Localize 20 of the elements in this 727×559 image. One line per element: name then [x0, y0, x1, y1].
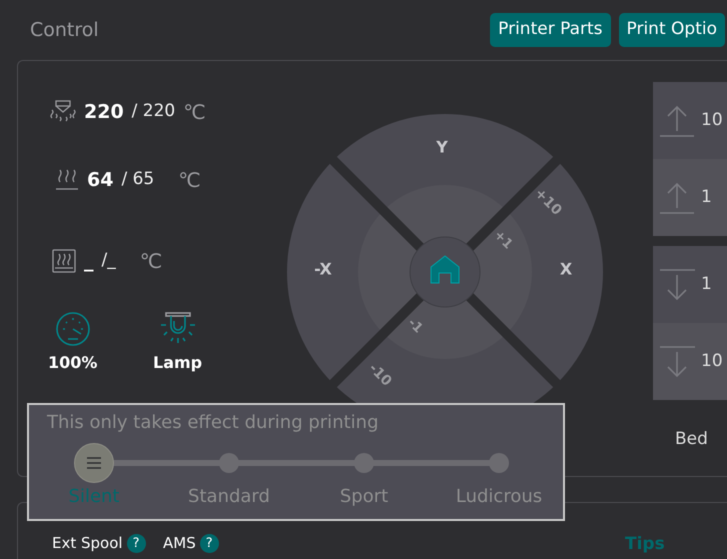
panel-title: Control	[30, 18, 99, 43]
jog-label: -X	[314, 260, 332, 278]
current-temperature: 220	[84, 100, 124, 125]
target-temperature: /_	[102, 249, 116, 272]
jog-label: +1	[490, 228, 516, 252]
jog-label: Y	[436, 138, 448, 156]
current-temperature: 64	[87, 168, 114, 193]
temperature-unit: ℃	[183, 99, 206, 126]
axis-label: Bed	[675, 428, 708, 451]
temperature-unit: ℃	[140, 248, 162, 275]
jog-label: -1	[404, 316, 426, 336]
source-label: Ext Spool	[52, 533, 123, 554]
jog-label: X	[560, 260, 572, 278]
jog-label: -10	[365, 360, 395, 390]
target-temperature: / 220	[132, 100, 176, 124]
current-temperature: _	[84, 248, 94, 274]
jog-label: +10	[531, 185, 565, 219]
source-label: AMS	[163, 533, 196, 554]
target-temperature: / 65	[121, 168, 154, 192]
temperature-unit: ℃	[178, 167, 201, 194]
